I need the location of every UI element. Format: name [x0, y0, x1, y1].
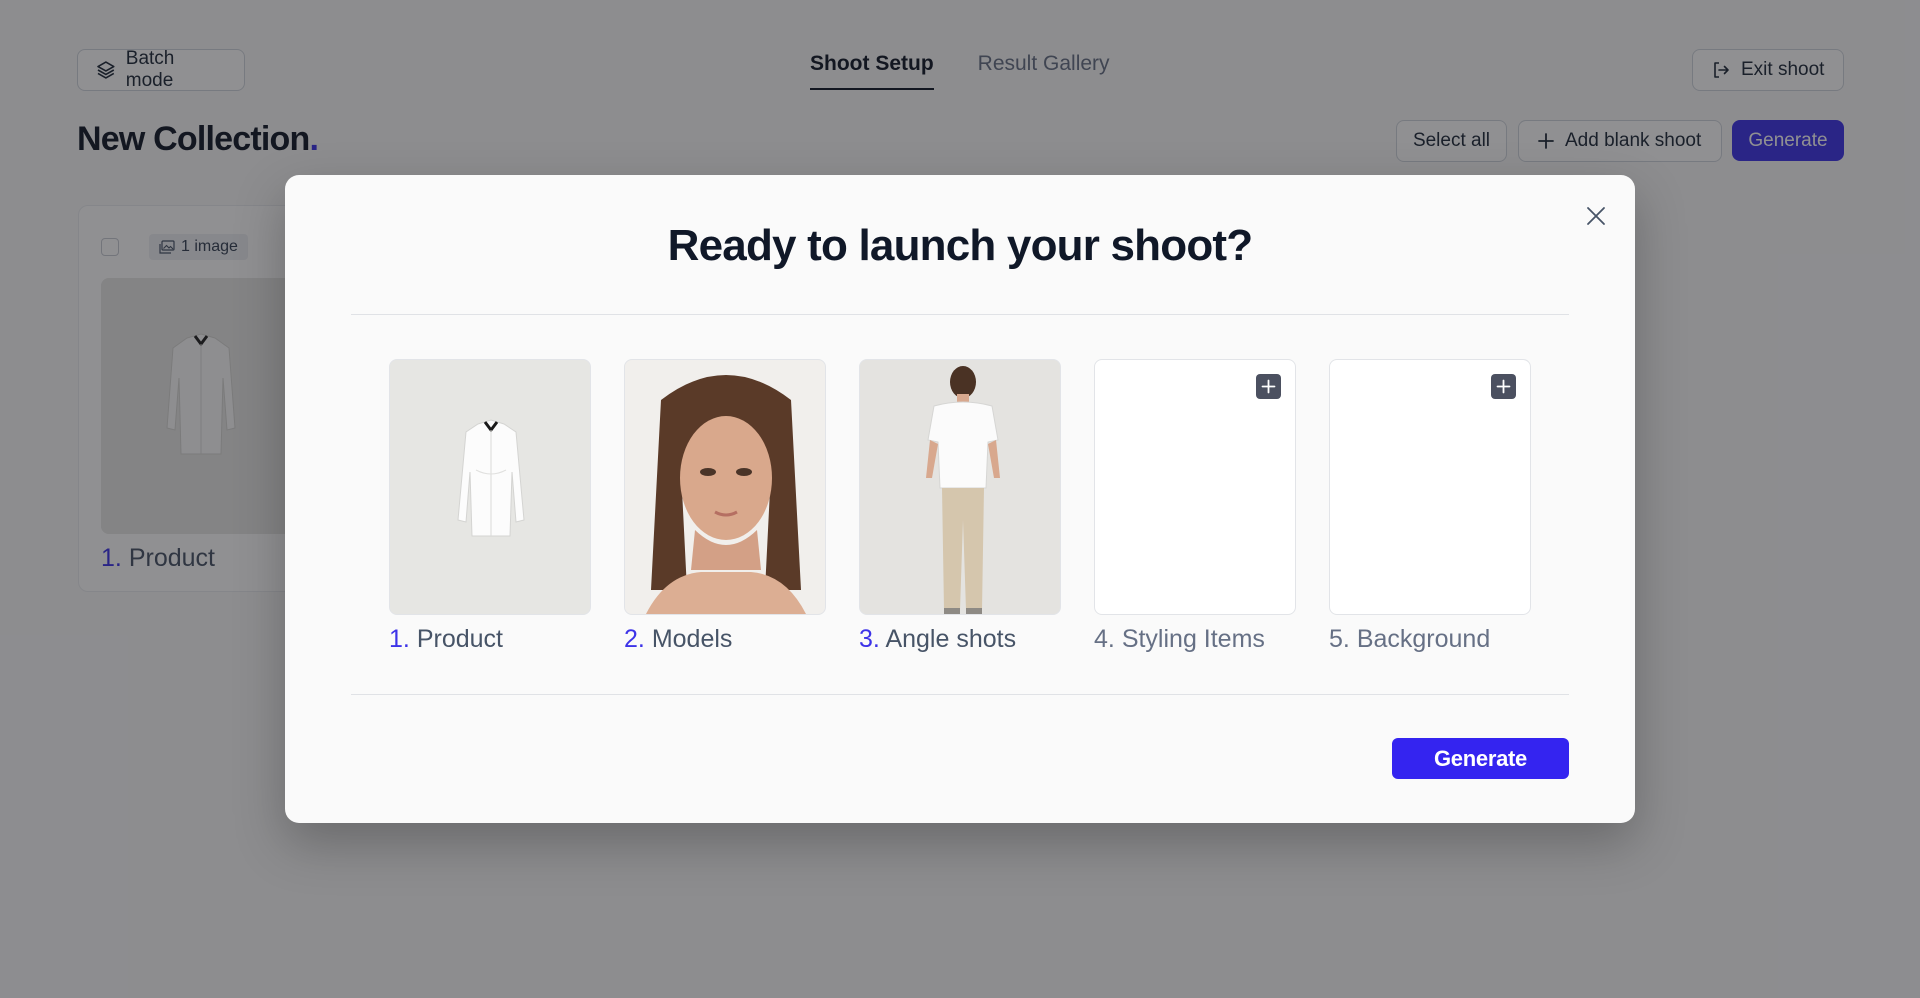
step-background[interactable]: 5. Background	[1329, 359, 1531, 654]
step-background-label: 5. Background	[1329, 625, 1531, 654]
app-page: Batch mode Shoot Setup Result Gallery Ex…	[0, 0, 1920, 998]
step-models[interactable]: 2. Models	[624, 359, 826, 654]
step-angle-shots-label: 3. Angle shots	[859, 625, 1061, 654]
launch-shoot-modal: Ready to launch your shoot? 1. Product 2…	[285, 175, 1635, 823]
model-portrait-illustration	[625, 360, 825, 614]
step-styling-items[interactable]: 4. Styling Items	[1094, 359, 1296, 654]
step-models-text: Models	[651, 625, 733, 653]
step-angle-shots[interactable]: 3. Angle shots	[859, 359, 1061, 654]
modal-divider-top	[351, 314, 1569, 315]
step-styling-items-label: 4. Styling Items	[1094, 625, 1296, 654]
modal-title: Ready to launch your shoot?	[667, 221, 1253, 270]
product-image[interactable]	[389, 359, 591, 615]
plus-icon	[1261, 379, 1276, 394]
step-styling-items-text: Styling Items	[1121, 625, 1265, 653]
add-styling-item-button[interactable]	[1256, 374, 1281, 399]
step-product[interactable]: 1. Product	[389, 359, 591, 654]
angle-shot-image[interactable]	[859, 359, 1061, 615]
model-back-illustration	[860, 360, 1060, 614]
step-styling-items-number: 4.	[1094, 625, 1115, 653]
step-background-text: Background	[1356, 625, 1491, 653]
modal-divider-bottom	[351, 694, 1569, 695]
add-background-button[interactable]	[1491, 374, 1516, 399]
styling-items-dropzone[interactable]	[1094, 359, 1296, 615]
step-product-text: Product	[416, 625, 503, 653]
model-image[interactable]	[624, 359, 826, 615]
step-models-label: 2. Models	[624, 625, 826, 654]
generate-button[interactable]: Generate	[1392, 738, 1569, 779]
step-angle-shots-number: 3.	[859, 625, 880, 653]
step-product-number: 1.	[389, 625, 410, 653]
step-angle-shots-text: Angle shots	[885, 625, 1017, 653]
shirt-product-illustration	[390, 360, 590, 614]
step-models-number: 2.	[624, 625, 645, 653]
background-dropzone[interactable]	[1329, 359, 1531, 615]
plus-icon	[1496, 379, 1511, 394]
step-product-label: 1. Product	[389, 625, 591, 654]
step-background-number: 5.	[1329, 625, 1350, 653]
